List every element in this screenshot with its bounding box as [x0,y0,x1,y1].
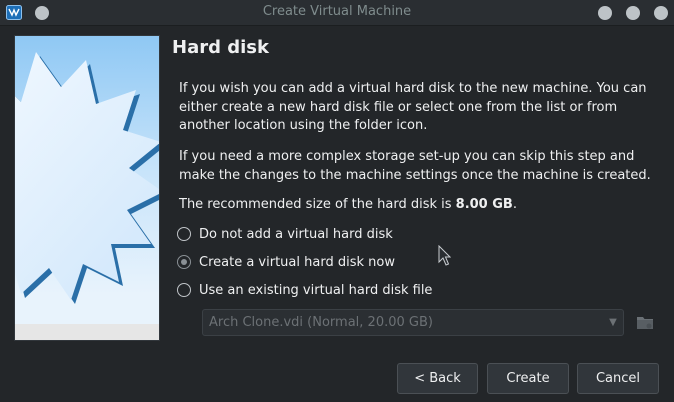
option-create-disk[interactable]: Create a virtual hard disk now [177,253,395,271]
side-image-floor [15,324,159,340]
option-create-disk-label: Create a virtual hard disk now [199,254,395,270]
option-no-disk[interactable]: Do not add a virtual hard disk [177,225,393,243]
recommended-size-value: 8.00 GB [455,197,513,212]
recommended-size-suffix: . [512,197,517,212]
description-paragraph: If you wish you can add a virtual hard d… [179,81,647,133]
radio-no-disk[interactable] [177,227,191,241]
starburst-graphic [15,52,159,304]
page-title: Hard disk [172,37,269,58]
option-no-disk-label: Do not add a virtual hard disk [199,226,393,242]
title-bar: Create Virtual Machine [0,0,674,26]
pin-icon[interactable] [35,6,49,20]
cancel-button[interactable]: Cancel [577,363,659,394]
create-button[interactable]: Create [487,363,569,394]
recommended-size-text: The recommended size of the hard disk is… [179,196,651,215]
storage-note-paragraph: If you need a more complex storage set-u… [179,149,651,183]
radio-existing-disk[interactable] [177,283,191,297]
existing-disk-select-value: Arch Clone.vdi (Normal, 20.00 GB) [209,315,433,330]
window-title: Create Virtual Machine [262,4,412,19]
option-existing-disk[interactable]: Use an existing virtual hard disk file [177,281,432,299]
recommended-size-prefix: The recommended size of the hard disk is [179,197,456,212]
radio-create-disk[interactable] [177,255,191,269]
folder-icon[interactable] [636,314,654,331]
option-existing-disk-label: Use an existing virtual hard disk file [199,282,433,298]
wizard-side-image [14,35,160,341]
mouse-pointer-icon [438,245,451,266]
minimize-icon[interactable] [598,6,612,20]
existing-disk-select[interactable]: Arch Clone.vdi (Normal, 20.00 GB) ▼ [202,309,624,336]
chevron-down-icon: ▼ [609,317,617,328]
back-button[interactable]: < Back [397,363,478,394]
close-icon[interactable] [654,6,668,20]
maximize-icon[interactable] [626,6,640,20]
